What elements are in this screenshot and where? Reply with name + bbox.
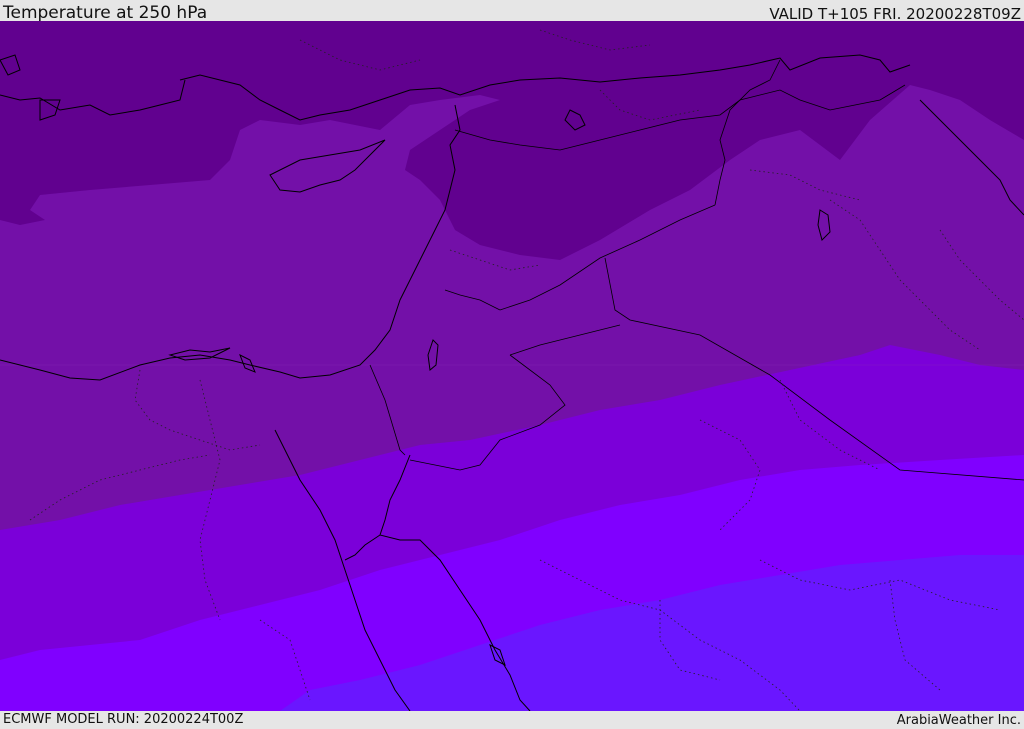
top-bar: Temperature at 250 hPa VALID T+105 FRI. …: [0, 0, 1024, 23]
model-run-label: ECMWF MODEL RUN: 20200224T00Z: [3, 712, 244, 727]
chart-title: Temperature at 250 hPa: [3, 3, 208, 23]
bottom-bar: ECMWF MODEL RUN: 20200224T00Z ArabiaWeat…: [0, 711, 1024, 729]
credit-label: ArabiaWeather Inc.: [896, 713, 1021, 728]
weather-map[interactable]: [0, 21, 1024, 711]
